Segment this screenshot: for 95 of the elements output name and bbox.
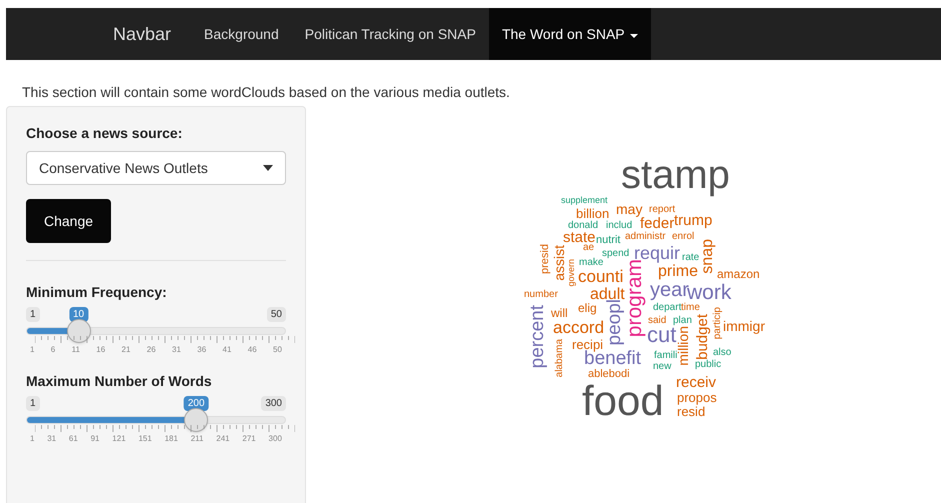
cloud-word: benefit [584,349,642,368]
slider-tick-label: 11 [72,346,80,354]
cloud-word: report [649,205,676,215]
slider-tick-label: 211 [190,435,204,443]
nav-tab[interactable]: The Word on SNAP [488,8,651,60]
cloud-word: spend [602,249,630,259]
cloud-word: administr [625,232,666,242]
nav-tab[interactable]: Background [191,8,292,60]
cloud-word: billion [576,207,610,220]
cloud-word: plan [673,316,692,326]
slider-handle[interactable] [66,319,91,343]
slider-min-label: 1 [26,307,40,322]
cloud-word: assist [552,245,566,281]
cloud-word: particip [713,307,723,340]
cloud-word: may [616,202,642,216]
cloud-word: immigr [723,319,765,333]
slider-handle[interactable] [184,408,208,432]
slider-tick-label: 6 [50,346,56,354]
navbar-brand[interactable]: Navbar [113,8,172,60]
cloud-word: snap [700,239,716,274]
slider-tick-label: 1 [30,435,34,443]
slider-value-label: 10 [68,307,88,322]
cloud-word: alabama [555,339,565,378]
slider-tick-label: 300 [268,435,282,443]
slider-tick-label: 31 [47,435,56,443]
cloud-word: number [524,290,558,300]
cloud-word: year [650,280,689,300]
cloud-word: trump [674,213,712,228]
change-button[interactable]: Change [26,199,112,243]
slider-tick-label: 31 [172,346,181,354]
slider-tick-label: 16 [96,346,106,354]
slider-max-label: 50 [266,307,286,322]
cloud-word: presid [540,244,551,274]
slider-tick-label: 271 [242,435,256,443]
cloud-word: ae [583,243,594,253]
cloud-word: million [676,326,690,366]
cloud-word: recipi [572,338,604,351]
caret-icon [263,165,273,171]
slider-min-label: 1 [26,396,40,411]
source-select[interactable]: Conservative News Outlets [26,151,286,185]
cloud-word: donald [568,221,598,231]
slider-tick-label: 151 [138,435,152,443]
slider-label: Minimum Frequency: [26,283,168,302]
cloud-word: make [579,258,604,268]
slider-tick-label: 26 [146,346,156,354]
cloud-word: elig [578,302,597,314]
slider-tick-label: 241 [216,435,230,443]
cloud-word: resid [677,405,706,418]
cloud-word: enrol [672,232,694,242]
slider-tick-label: 36 [197,346,206,354]
cloud-word: stamp [621,155,730,195]
cloud-word: time [681,303,700,313]
cloud-word: prime [658,264,698,280]
slider-value-label: 200 [184,396,209,411]
slider-tick-label: 121 [112,435,126,443]
slider-max-label: 300 [261,396,286,411]
cloud-word: supplement [561,196,608,205]
cloud-word: amazon [717,268,760,280]
intro-text: This section will contain some wordClouds based on the various media outlets. [22,83,511,102]
slider-tick-label: 21 [122,346,130,354]
cloud-word: cut [647,324,676,346]
cloud-word: said [648,316,666,326]
cloud-word: public [695,360,722,370]
slider-tick-label: 91 [90,435,100,443]
cloud-word: state [563,230,596,245]
cloud-word: ablebodi [588,369,630,380]
cloud-word: peopl [605,299,624,346]
cloud-word: counti [578,268,624,285]
cloud-word: includ [606,221,632,231]
slider-tick-label: 50 [273,346,282,354]
slider-tick-label: 181 [164,435,178,443]
cloud-word: propos [677,391,717,404]
cloud-word: receiv [676,375,716,390]
slider-label: Maximum Number of Words [26,372,213,391]
cloud-word: new [653,362,672,372]
cloud-word: percent [528,305,547,368]
nav-tab[interactable]: Politican Tracking on SNAP [292,8,489,60]
slider-tick-label: 61 [68,435,78,443]
cloud-word: feder [640,216,674,231]
slider-tick-label: 46 [248,346,257,354]
slider-tick-label: 41 [222,346,232,354]
source-label: Choose a news source: [26,124,184,143]
cloud-word: will [551,307,568,319]
cloud-word: govern [567,259,576,287]
cloud-word: famili [654,351,678,361]
slider-tick-label: 1 [30,346,34,354]
cloud-word: also [713,348,732,358]
cloud-word: depart [653,303,682,313]
cloud-word: accord [553,319,604,336]
cloud-word: budget [695,314,710,360]
cloud-word: work [687,282,732,303]
cloud-word: nutrit [596,235,620,246]
cloud-word: rate [682,253,700,263]
cloud-word: requir [634,244,680,262]
cloud-word: food [582,380,664,422]
